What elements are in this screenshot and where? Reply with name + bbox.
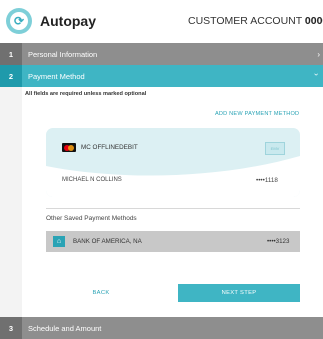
bank-name: BANK OF AMERICA, NA (73, 238, 142, 245)
bank-icon: ⌂ (53, 236, 65, 247)
add-payment-method-link[interactable]: ADD NEW PAYMENT METHOD (215, 111, 299, 117)
step-label: Payment Method (28, 71, 85, 81)
selected-payment-card[interactable]: MC OFFLINEDEBIT EMV MICHAEL N COLLINS ••… (46, 128, 300, 197)
account-label: CUSTOMER ACCOUNT (188, 15, 302, 27)
autopay-page: ⟳ Autopay CUSTOMER ACCOUNT 0000 0008 14 … (0, 0, 323, 339)
payment-method-panel (22, 87, 323, 317)
saved-payment-method-row[interactable]: ⌂ BANK OF AMERICA, NA ••••3123 (46, 231, 300, 252)
next-step-button[interactable]: NEXT STEP (178, 284, 300, 302)
account-info: CUSTOMER ACCOUNT 0000 0008 14 (188, 15, 323, 27)
mastercard-icon (62, 143, 76, 152)
autopay-logo-icon: ⟳ (6, 8, 32, 34)
chevron-right-icon: › (317, 49, 320, 59)
card-last-four: ••••1118 (256, 177, 278, 184)
step-label: Schedule and Amount (28, 323, 102, 333)
step-number: 2 (0, 65, 22, 87)
required-note: All fields are required unless marked op… (25, 91, 147, 97)
step-number: 1 (0, 43, 22, 65)
card-background-wave (46, 156, 300, 197)
header: ⟳ Autopay CUSTOMER ACCOUNT 0000 0008 14 (0, 0, 323, 44)
card-holder-name: MICHAEL N COLLINS (62, 177, 122, 183)
app-title: Autopay (40, 13, 96, 29)
emv-chip-icon: EMV (265, 142, 285, 155)
account-number: 0000 0008 14 (304, 15, 323, 27)
step-personal-information[interactable]: 1 Personal Information › (0, 43, 323, 65)
step-payment-method[interactable]: 2 Payment Method › (0, 65, 323, 87)
step-schedule-and-amount[interactable]: 3 Schedule and Amount (0, 317, 323, 339)
card-name: MC OFFLINEDEBIT (81, 144, 138, 151)
step-label: Personal Information (28, 49, 98, 59)
other-methods-label: Other Saved Payment Methods (46, 215, 137, 222)
back-button[interactable]: BACK (46, 284, 156, 302)
step-number: 3 (0, 317, 22, 339)
divider (46, 208, 300, 209)
chevron-down-icon: › (312, 73, 322, 76)
bank-last-four: ••••3123 (267, 238, 290, 245)
